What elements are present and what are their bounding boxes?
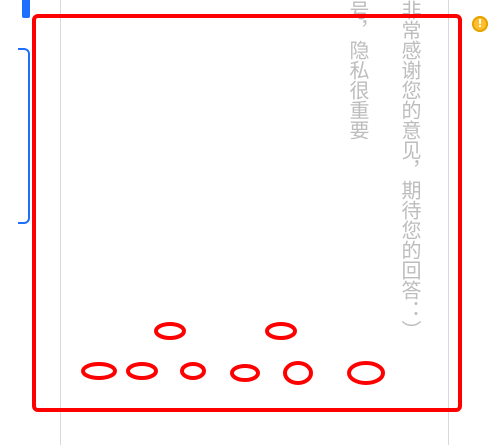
red-ellipse-7: [283, 361, 313, 385]
left-panel-frame: [18, 48, 30, 224]
vertical-divider-right: [448, 0, 449, 445]
vertical-text-column-1: 非常感谢您的意见，期待您的回答：）: [398, 0, 422, 340]
red-ellipse-3: [81, 362, 117, 380]
top-edge-blue-indicator: [22, 0, 30, 18]
red-annotation-overlay: [32, 14, 462, 412]
red-ellipse-2: [265, 322, 297, 340]
warning-icon: !: [472, 16, 488, 32]
red-ellipse-annotations: [81, 322, 385, 385]
red-ellipse-1: [154, 322, 186, 340]
red-ellipse-4: [126, 362, 158, 380]
vertical-divider-left: [60, 0, 61, 445]
vertical-text-column-2: 号，隐私很重要: [346, 0, 370, 140]
page: 非常感谢您的意见，期待您的回答：） 号，隐私很重要 !: [0, 0, 499, 445]
red-ellipse-8: [347, 361, 385, 385]
red-rectangle-annotation: [32, 14, 462, 412]
red-ellipse-6: [230, 364, 260, 382]
red-ellipse-5: [180, 362, 206, 380]
